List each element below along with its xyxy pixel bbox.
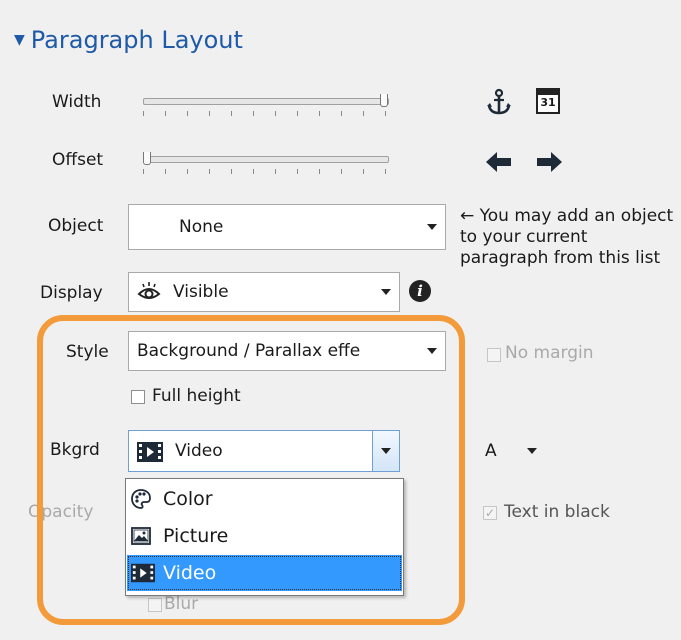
no-margin-label: No margin — [505, 343, 594, 363]
full-height-checkbox[interactable] — [131, 390, 145, 404]
section-header[interactable]: ▼ Paragraph Layout — [14, 26, 243, 54]
calendar-day: 31 — [540, 96, 556, 109]
eye-icon — [137, 282, 161, 299]
object-help-text: You may add an object to your current pa… — [460, 206, 674, 268]
width-slider[interactable] — [143, 94, 389, 116]
display-label: Display — [40, 283, 103, 303]
object-select-value: None — [179, 217, 224, 237]
style-select-value: Background / Parallax effe — [137, 341, 361, 361]
width-label: Width — [52, 92, 102, 112]
bkgrd-option-video[interactable]: Video — [127, 555, 402, 591]
dropdown-button[interactable] — [372, 431, 399, 471]
bkgrd-option-color[interactable]: Color — [127, 481, 402, 517]
bkgrd-option-label: Color — [163, 488, 213, 510]
chevron-down-icon — [381, 289, 391, 295]
note-arrow-icon: ← — [460, 206, 475, 226]
style-select[interactable]: Background / Parallax effe — [128, 331, 446, 371]
arrow-left-icon[interactable] — [484, 150, 514, 174]
full-height-label: Full height — [152, 386, 241, 406]
chevron-down-icon — [427, 348, 437, 354]
arrow-right-icon[interactable] — [534, 150, 564, 174]
blur-label: Blur — [164, 594, 199, 614]
style-label: Style — [66, 342, 109, 362]
chevron-down-icon — [427, 224, 437, 230]
bkgrd-select-value: Video — [175, 441, 223, 461]
collapse-triangle-icon[interactable]: ▼ — [14, 32, 25, 48]
bkgrd-label: Bkgrd — [50, 440, 100, 460]
section-title: Paragraph Layout — [30, 26, 243, 54]
offset-slider-thumb[interactable] — [143, 152, 151, 165]
film-icon — [131, 563, 155, 583]
bkgrd-option-label: Picture — [163, 525, 229, 547]
opacity-label: Opacity — [28, 502, 94, 522]
bkgrd-option-label: Video — [163, 562, 217, 584]
display-select-value: Visible — [173, 282, 229, 302]
chevron-down-icon — [527, 448, 537, 454]
object-label: Object — [48, 216, 104, 236]
text-in-black-label: Text in black — [504, 502, 610, 522]
text-in-black-checkbox[interactable]: ✓ — [483, 506, 497, 520]
anchor-icon[interactable] — [486, 88, 512, 116]
calendar-icon[interactable]: 31 — [536, 88, 560, 114]
object-select[interactable]: None — [128, 204, 446, 250]
picture-icon — [131, 527, 151, 545]
film-icon — [137, 442, 163, 462]
offset-label: Offset — [52, 150, 104, 170]
bkgrd-dropdown-list: Color Picture Video — [125, 478, 404, 596]
blur-checkbox[interactable] — [148, 598, 162, 612]
align-select[interactable]: A — [475, 433, 547, 469]
palette-icon — [131, 489, 151, 509]
display-select[interactable]: Visible — [128, 272, 400, 312]
info-icon[interactable]: i — [409, 280, 431, 302]
width-slider-thumb[interactable] — [380, 94, 388, 107]
align-select-value: A — [485, 441, 497, 461]
bkgrd-option-picture[interactable]: Picture — [127, 518, 402, 554]
object-help-note: ← You may add an object to your current … — [460, 206, 676, 269]
offset-slider[interactable] — [143, 152, 389, 174]
bkgrd-select[interactable]: Video — [128, 430, 400, 472]
no-margin-checkbox[interactable] — [487, 348, 501, 362]
